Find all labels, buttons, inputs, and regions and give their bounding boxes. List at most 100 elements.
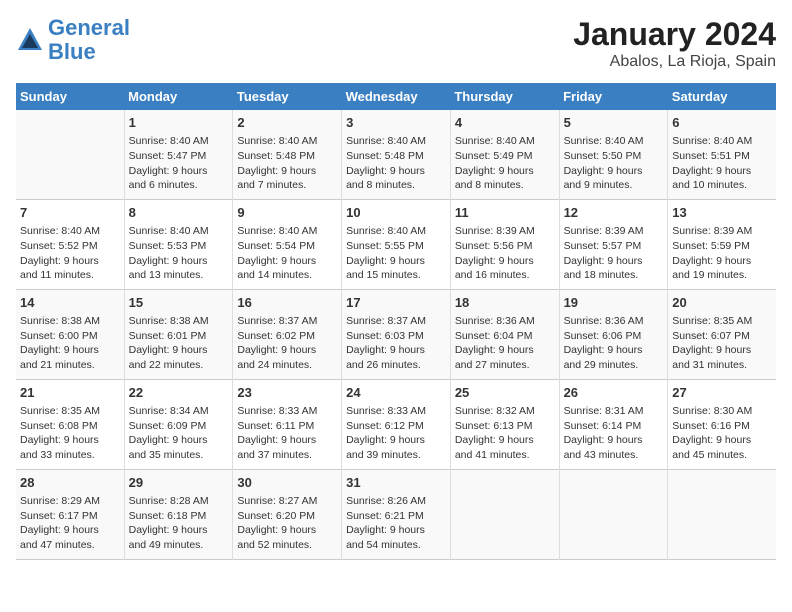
cell-info: and 8 minutes. — [455, 178, 555, 193]
calendar-cell: 1Sunrise: 8:40 AMSunset: 5:47 PMDaylight… — [124, 110, 233, 199]
calendar-cell: 11Sunrise: 8:39 AMSunset: 5:56 PMDayligh… — [450, 199, 559, 289]
cell-info: Sunrise: 8:40 AM — [129, 224, 229, 239]
cell-info: and 54 minutes. — [346, 538, 446, 553]
cell-info: Daylight: 9 hours — [672, 254, 772, 269]
cell-info: Sunrise: 8:34 AM — [129, 404, 229, 419]
cell-info: Sunset: 6:09 PM — [129, 419, 229, 434]
cell-info: Daylight: 9 hours — [237, 164, 337, 179]
cell-info: Sunrise: 8:39 AM — [564, 224, 664, 239]
cell-info: Daylight: 9 hours — [346, 343, 446, 358]
day-number: 4 — [455, 114, 555, 132]
calendar-cell: 19Sunrise: 8:36 AMSunset: 6:06 PMDayligh… — [559, 289, 668, 379]
cell-info: Daylight: 9 hours — [672, 433, 772, 448]
cell-info: Daylight: 9 hours — [564, 164, 664, 179]
calendar-cell: 20Sunrise: 8:35 AMSunset: 6:07 PMDayligh… — [668, 289, 776, 379]
cell-info: and 35 minutes. — [129, 448, 229, 463]
logo-text: General Blue — [48, 16, 130, 64]
cell-info: Sunrise: 8:40 AM — [672, 134, 772, 149]
cell-info: Sunset: 6:13 PM — [455, 419, 555, 434]
cell-info: Sunset: 6:16 PM — [672, 419, 772, 434]
day-header-sunday: Sunday — [16, 83, 124, 110]
cell-info: Sunset: 5:57 PM — [564, 239, 664, 254]
day-header-friday: Friday — [559, 83, 668, 110]
cell-info: and 6 minutes. — [129, 178, 229, 193]
cell-info: Sunset: 6:01 PM — [129, 329, 229, 344]
cell-info: Sunrise: 8:40 AM — [237, 134, 337, 149]
cell-info: Sunrise: 8:37 AM — [346, 314, 446, 329]
cell-info: Daylight: 9 hours — [346, 523, 446, 538]
day-number: 21 — [20, 384, 120, 402]
calendar-cell: 7Sunrise: 8:40 AMSunset: 5:52 PMDaylight… — [16, 199, 124, 289]
cell-info: Sunset: 6:07 PM — [672, 329, 772, 344]
day-number: 3 — [346, 114, 446, 132]
cell-info: Sunset: 6:20 PM — [237, 509, 337, 524]
cell-info: Sunset: 6:08 PM — [20, 419, 120, 434]
cell-info: Sunrise: 8:40 AM — [455, 134, 555, 149]
cell-info: Sunrise: 8:29 AM — [20, 494, 120, 509]
cell-info: Daylight: 9 hours — [237, 433, 337, 448]
calendar-cell: 24Sunrise: 8:33 AMSunset: 6:12 PMDayligh… — [342, 379, 451, 469]
cell-info: Sunrise: 8:40 AM — [346, 224, 446, 239]
cell-info: Daylight: 9 hours — [346, 254, 446, 269]
day-header-saturday: Saturday — [668, 83, 776, 110]
cell-info: Sunset: 6:21 PM — [346, 509, 446, 524]
calendar-cell: 16Sunrise: 8:37 AMSunset: 6:02 PMDayligh… — [233, 289, 342, 379]
cell-info: Sunrise: 8:38 AM — [20, 314, 120, 329]
logo: General Blue — [16, 16, 130, 64]
cell-info: and 47 minutes. — [20, 538, 120, 553]
calendar-cell — [450, 469, 559, 559]
cell-info: Daylight: 9 hours — [20, 523, 120, 538]
cell-info: Sunset: 5:56 PM — [455, 239, 555, 254]
cell-info: and 29 minutes. — [564, 358, 664, 373]
cell-info: Daylight: 9 hours — [129, 433, 229, 448]
day-number: 8 — [129, 204, 229, 222]
cell-info: Daylight: 9 hours — [237, 343, 337, 358]
cell-info: Daylight: 9 hours — [129, 343, 229, 358]
day-number: 20 — [672, 294, 772, 312]
cell-info: and 16 minutes. — [455, 268, 555, 283]
cell-info: Daylight: 9 hours — [20, 343, 120, 358]
cell-info: and 19 minutes. — [672, 268, 772, 283]
cell-info: Sunrise: 8:30 AM — [672, 404, 772, 419]
cell-info: Sunset: 6:00 PM — [20, 329, 120, 344]
cell-info: Sunrise: 8:31 AM — [564, 404, 664, 419]
cell-info: Sunset: 5:54 PM — [237, 239, 337, 254]
day-number: 15 — [129, 294, 229, 312]
cell-info: Daylight: 9 hours — [237, 254, 337, 269]
cell-info: Daylight: 9 hours — [20, 433, 120, 448]
cell-info: Daylight: 9 hours — [129, 523, 229, 538]
calendar-cell: 2Sunrise: 8:40 AMSunset: 5:48 PMDaylight… — [233, 110, 342, 199]
day-number: 17 — [346, 294, 446, 312]
day-number: 28 — [20, 474, 120, 492]
cell-info: Daylight: 9 hours — [455, 343, 555, 358]
cell-info: Sunset: 5:51 PM — [672, 149, 772, 164]
cell-info: Sunrise: 8:36 AM — [455, 314, 555, 329]
cell-info: and 9 minutes. — [564, 178, 664, 193]
cell-info: Daylight: 9 hours — [20, 254, 120, 269]
cell-info: and 45 minutes. — [672, 448, 772, 463]
day-header-thursday: Thursday — [450, 83, 559, 110]
cell-info: Sunset: 5:47 PM — [129, 149, 229, 164]
cell-info: Sunrise: 8:40 AM — [237, 224, 337, 239]
day-number: 24 — [346, 384, 446, 402]
cell-info: and 37 minutes. — [237, 448, 337, 463]
cell-info: Sunset: 6:12 PM — [346, 419, 446, 434]
cell-info: Sunrise: 8:40 AM — [20, 224, 120, 239]
cell-info: Daylight: 9 hours — [672, 343, 772, 358]
cell-info: and 7 minutes. — [237, 178, 337, 193]
cell-info: and 21 minutes. — [20, 358, 120, 373]
calendar-cell: 15Sunrise: 8:38 AMSunset: 6:01 PMDayligh… — [124, 289, 233, 379]
calendar-cell: 30Sunrise: 8:27 AMSunset: 6:20 PMDayligh… — [233, 469, 342, 559]
cell-info: and 22 minutes. — [129, 358, 229, 373]
cell-info: Sunrise: 8:37 AM — [237, 314, 337, 329]
calendar-cell: 26Sunrise: 8:31 AMSunset: 6:14 PMDayligh… — [559, 379, 668, 469]
cell-info: Sunrise: 8:35 AM — [20, 404, 120, 419]
cell-info: Sunset: 6:04 PM — [455, 329, 555, 344]
calendar-cell: 29Sunrise: 8:28 AMSunset: 6:18 PMDayligh… — [124, 469, 233, 559]
day-number: 12 — [564, 204, 664, 222]
cell-info: Sunset: 6:17 PM — [20, 509, 120, 524]
cell-info: Sunset: 6:18 PM — [129, 509, 229, 524]
week-row-0: 1Sunrise: 8:40 AMSunset: 5:47 PMDaylight… — [16, 110, 776, 199]
calendar-cell: 6Sunrise: 8:40 AMSunset: 5:51 PMDaylight… — [668, 110, 776, 199]
cell-info: Sunrise: 8:26 AM — [346, 494, 446, 509]
